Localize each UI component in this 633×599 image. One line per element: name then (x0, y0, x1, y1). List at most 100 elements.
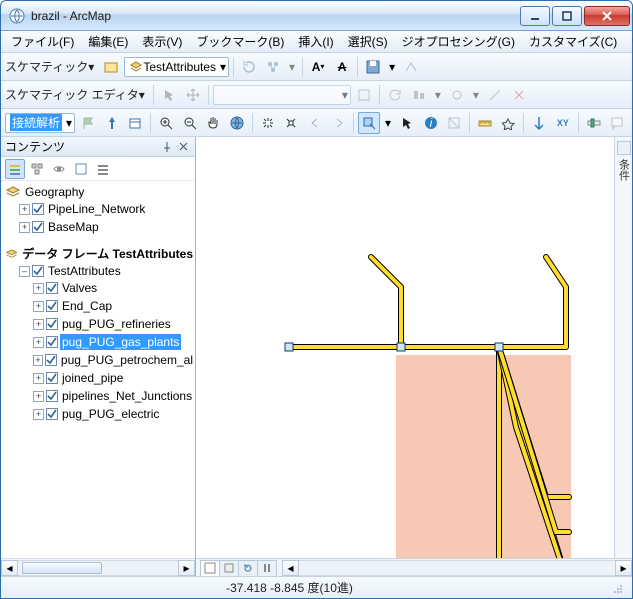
list-by-source-icon[interactable] (27, 159, 47, 179)
net-flag-icon[interactable] (77, 112, 99, 134)
checkbox[interactable] (45, 354, 57, 366)
toc-group-testattributes[interactable]: データ フレーム TestAttributes (20, 246, 195, 262)
full-extent-icon[interactable] (226, 112, 248, 134)
checkbox[interactable] (46, 336, 58, 348)
next-extent-icon[interactable] (328, 112, 350, 134)
pause-drawing-icon[interactable] (257, 560, 277, 576)
editor-misc2-icon[interactable] (484, 84, 506, 106)
expand-icon[interactable]: + (33, 337, 44, 348)
pointer-icon[interactable] (396, 112, 418, 134)
editor-rotate-icon[interactable] (384, 84, 406, 106)
propagate-icon[interactable] (400, 56, 422, 78)
toc-horizontal-scrollbar[interactable]: ◂ ▸ (1, 558, 195, 576)
menu-windows[interactable]: ウィンドウ(W) (625, 31, 633, 52)
pan-icon[interactable] (202, 112, 224, 134)
save-edits-icon[interactable] (362, 56, 384, 78)
list-by-drawing-icon[interactable] (5, 159, 25, 179)
clear-select-icon[interactable] (443, 112, 465, 134)
toc-tree[interactable]: Geography + PipeLine_Network + BaseMap データ… (1, 181, 195, 558)
collapse-icon[interactable]: – (19, 266, 30, 277)
editor-apply-icon[interactable] (353, 84, 375, 106)
schematic-layout-icon[interactable] (262, 56, 284, 78)
data-view-tab[interactable] (200, 560, 220, 576)
toc-layer[interactable]: pug_PUG_petrochem_al (59, 352, 195, 368)
toc-layer[interactable]: End_Cap (60, 298, 114, 314)
find-icon[interactable] (498, 112, 520, 134)
menu-view[interactable]: 表示(V) (136, 31, 188, 52)
list-by-visibility-icon[interactable] (49, 159, 69, 179)
toc-close-icon[interactable] (175, 139, 191, 155)
menu-bookmarks[interactable]: ブックマーク(B) (190, 31, 290, 52)
scroll-right-icon[interactable]: ▸ (615, 560, 632, 576)
toc-pin-icon[interactable] (159, 139, 175, 155)
net-solve-icon[interactable] (101, 112, 123, 134)
list-by-selection-icon[interactable] (71, 159, 91, 179)
toc-layer[interactable]: pug_PUG_refineries (60, 316, 173, 332)
prev-extent-icon[interactable] (304, 112, 326, 134)
toc-group-geography[interactable]: Geography (23, 184, 86, 200)
schematic-layout-dropdown[interactable]: ▾ (286, 56, 298, 78)
toc-options-icon[interactable] (93, 159, 113, 179)
expand-icon[interactable]: + (33, 355, 43, 366)
checkbox[interactable] (46, 300, 58, 312)
side-panel-label[interactable]: 条件 (616, 159, 632, 181)
refresh-view-icon[interactable] (238, 560, 258, 576)
expand-icon[interactable]: + (33, 283, 44, 294)
html-popup-icon[interactable] (606, 112, 628, 134)
menu-insert[interactable]: 挿入(I) (292, 31, 339, 52)
measure-icon[interactable] (474, 112, 496, 134)
select-elements-dropdown[interactable]: ▾ (382, 112, 394, 134)
editor-pointer-icon[interactable] (158, 84, 180, 106)
expand-icon[interactable]: + (19, 204, 30, 215)
toc-layer[interactable]: Valves (60, 280, 99, 296)
hyperlink-icon[interactable] (528, 112, 550, 134)
fixed-zoom-in-icon[interactable] (257, 112, 279, 134)
menu-customize[interactable]: カスタマイズ(C) (523, 31, 623, 52)
menu-geoprocessing[interactable]: ジオプロセシング(G) (396, 31, 521, 52)
editor-misc1-icon[interactable] (446, 84, 468, 106)
checkbox[interactable] (46, 408, 58, 420)
toc-root-testattributes[interactable]: TestAttributes (46, 263, 123, 279)
time-slider-icon[interactable] (583, 112, 605, 134)
schematic-dataframe-combo[interactable]: TestAttributes ▾ (124, 57, 229, 77)
toolbar-strike-icon[interactable]: A (331, 56, 353, 78)
expand-icon[interactable]: + (33, 301, 44, 312)
scroll-left-icon[interactable]: ◂ (282, 560, 299, 576)
toc-layer[interactable]: pipelines_Net_Junctions (60, 388, 194, 404)
checkbox[interactable] (32, 221, 44, 233)
expand-icon[interactable]: + (33, 391, 44, 402)
minimize-button[interactable] (520, 6, 550, 26)
editor-misc1-dropdown[interactable]: ▾ (470, 84, 482, 106)
zoom-out-icon[interactable] (179, 112, 201, 134)
checkbox[interactable] (46, 390, 58, 402)
editor-align-icon[interactable] (408, 84, 430, 106)
fixed-zoom-out-icon[interactable] (280, 112, 302, 134)
select-elements-icon[interactable] (358, 112, 380, 134)
layout-view-tab[interactable] (219, 560, 239, 576)
expand-icon[interactable]: + (19, 222, 30, 233)
save-edits-dropdown[interactable]: ▾ (386, 56, 398, 78)
close-button[interactable] (584, 6, 630, 26)
toc-layer[interactable]: PipeLine_Network (46, 201, 147, 217)
zoom-in-icon[interactable] (155, 112, 177, 134)
editor-move-icon[interactable] (182, 84, 204, 106)
toc-layer[interactable]: BaseMap (46, 219, 101, 235)
expand-icon[interactable]: + (33, 409, 44, 420)
net-results-icon[interactable] (124, 112, 146, 134)
open-schematic-icon[interactable] (100, 56, 122, 78)
editor-delete-icon[interactable] (508, 84, 530, 106)
menu-selection[interactable]: 選択(S) (342, 31, 394, 52)
network-analysis-combo[interactable]: 接続解析 ▾ (5, 113, 75, 133)
toolbar-bold-icon[interactable]: A▾ (307, 56, 329, 78)
toc-layer[interactable]: pug_PUG_gas_plants (60, 334, 181, 350)
map-canvas[interactable]: Powered by 1 - CAMACARI Powered by 1 - C… (196, 137, 632, 558)
expand-icon[interactable]: + (33, 373, 44, 384)
checkbox[interactable] (46, 282, 58, 294)
editor-align-dropdown[interactable]: ▾ (432, 84, 444, 106)
toc-layer[interactable]: joined_pipe (60, 370, 125, 386)
editor-template-combo[interactable]: ▾ (213, 85, 351, 105)
maximize-button[interactable] (552, 6, 582, 26)
resize-grip-icon[interactable] (610, 581, 624, 595)
menu-file[interactable]: ファイル(F) (5, 31, 80, 52)
side-panel-toggle[interactable] (617, 141, 631, 155)
